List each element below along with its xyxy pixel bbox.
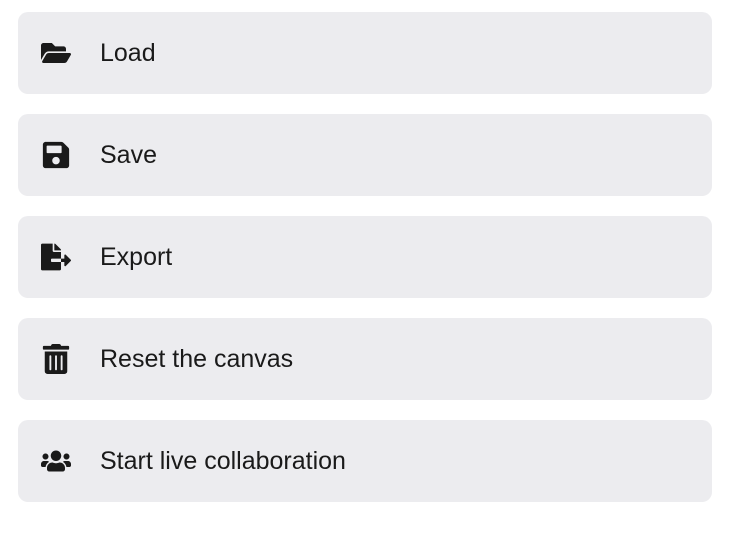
users-icon [40,445,72,477]
menu-item-label: Save [100,141,157,170]
menu-item-label: Reset the canvas [100,345,293,374]
menu-list: Load Save Export Reset the canvas Start … [18,12,712,502]
menu-item-label: Export [100,243,172,272]
menu-item-save[interactable]: Save [18,114,712,196]
menu-item-start-collaboration[interactable]: Start live collaboration [18,420,712,502]
menu-item-reset-canvas[interactable]: Reset the canvas [18,318,712,400]
menu-item-export[interactable]: Export [18,216,712,298]
save-icon [40,139,72,171]
trash-icon [40,343,72,375]
menu-item-label: Load [100,39,156,68]
menu-item-label: Start live collaboration [100,447,346,476]
folder-open-icon [40,37,72,69]
menu-item-load[interactable]: Load [18,12,712,94]
export-icon [40,241,72,273]
